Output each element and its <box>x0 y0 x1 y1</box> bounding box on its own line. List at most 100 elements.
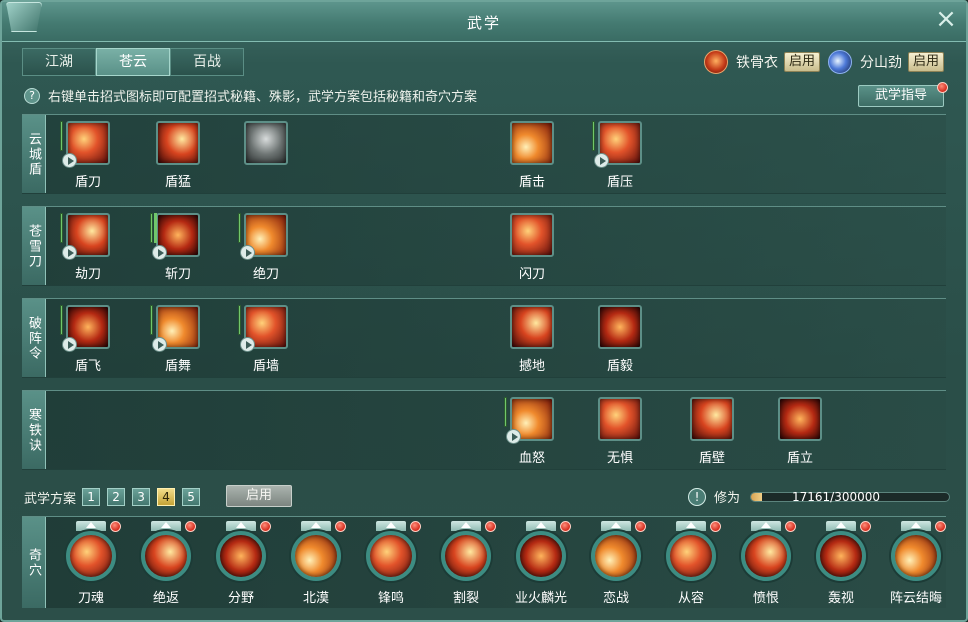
qixue-name: 从容 <box>677 591 704 606</box>
qixue-slot[interactable]: 恋战 <box>579 521 653 607</box>
wuxue-window: 武学 × 江湖 苍云 百战 铁骨衣 启用 分山劲 启用 ? 右键单击招式图标即可… <box>0 0 968 622</box>
hint-text: 右键单击招式图标即可配置招式秘籍、殊影，武学方案包括秘籍和奇穴方案 <box>48 90 478 105</box>
wuxue-guide-button[interactable]: 武学指导 <box>858 85 944 107</box>
qixue-icon[interactable] <box>366 531 416 581</box>
skill-icon[interactable] <box>690 397 734 441</box>
qixue-name: 绝返 <box>152 591 179 606</box>
scheme-1-button[interactable]: 1 <box>82 488 101 506</box>
qixue-switch-tab[interactable] <box>376 521 406 531</box>
qixue-icon[interactable] <box>666 531 716 581</box>
play-preview-icon[interactable] <box>506 429 521 444</box>
play-preview-icon[interactable] <box>152 245 167 260</box>
skill-slot[interactable]: 盾壁 <box>682 397 742 467</box>
qixue-slot[interactable]: 阵云结晦 <box>879 521 953 607</box>
skill-slot[interactable]: 盾压 <box>590 121 650 191</box>
qixue-notification-dot <box>110 521 121 532</box>
qixue-icon[interactable] <box>66 531 116 581</box>
qixue-slot[interactable]: 业火麟光 <box>504 521 578 607</box>
skill-icon[interactable] <box>510 213 554 257</box>
scheme-2-button[interactable]: 2 <box>107 488 126 506</box>
play-preview-icon[interactable] <box>62 337 77 352</box>
skill-name: 斩刀 <box>164 267 191 282</box>
close-icon[interactable]: × <box>934 6 958 32</box>
skill-icon[interactable] <box>510 121 554 165</box>
skill-name: 盾舞 <box>164 359 191 374</box>
title-bar[interactable]: 武学 × <box>2 2 966 42</box>
qixue-icon[interactable] <box>816 531 866 581</box>
scheme-4-button[interactable]: 4 <box>157 488 176 506</box>
skill-slot[interactable]: 盾击 <box>502 121 562 191</box>
level-bar <box>504 397 507 427</box>
level-bar <box>60 305 63 335</box>
qixue-switch-tab[interactable] <box>451 521 481 531</box>
qixue-icon[interactable] <box>141 531 191 581</box>
tab-jianghu[interactable]: 江湖 <box>22 48 96 76</box>
skill-icon[interactable] <box>598 397 642 441</box>
qixue-icon[interactable] <box>441 531 491 581</box>
help-icon[interactable]: ? <box>24 87 40 104</box>
qixue-switch-tab[interactable] <box>151 521 181 531</box>
qixue-slot[interactable]: 锋鸣 <box>354 521 428 607</box>
qixue-switch-tab[interactable] <box>826 521 856 531</box>
qixue-slot[interactable]: 分野 <box>204 521 278 607</box>
skill-slot[interactable]: 盾立 <box>770 397 830 467</box>
skill-slot[interactable]: 撼地 <box>502 305 562 375</box>
skill-slot[interactable]: 斩刀 <box>148 213 208 283</box>
skill-slot[interactable]: 无惧 <box>590 397 650 467</box>
skill-slot[interactable]: 盾猛 <box>148 121 208 191</box>
skill-slot[interactable]: 盾飞 <box>58 305 118 375</box>
qixue-icon[interactable] <box>591 531 641 581</box>
locked-skill-icon[interactable] <box>244 121 288 165</box>
play-preview-icon[interactable] <box>240 337 255 352</box>
qixue-icon[interactable] <box>891 531 941 581</box>
skill-slot[interactable] <box>236 121 296 191</box>
info-exclamation-icon[interactable]: ! <box>688 487 706 506</box>
skill-icon[interactable] <box>598 305 642 349</box>
tab-baizhan[interactable]: 百战 <box>170 48 244 76</box>
qixue-slot[interactable]: 绝返 <box>129 521 203 607</box>
skill-slot[interactable]: 劫刀 <box>58 213 118 283</box>
play-preview-icon[interactable] <box>594 153 609 168</box>
qixue-icon[interactable] <box>216 531 266 581</box>
scheme-3-button[interactable]: 3 <box>132 488 151 506</box>
skill-slot[interactable]: 盾墙 <box>236 305 296 375</box>
play-preview-icon[interactable] <box>240 245 255 260</box>
enable-fenshan-button[interactable]: 启用 <box>907 52 944 72</box>
qixue-slot[interactable]: 北漠 <box>279 521 353 607</box>
qixue-switch-tab[interactable] <box>76 521 106 531</box>
qixue-notification-dot <box>335 521 346 532</box>
qixue-icon[interactable] <box>291 531 341 581</box>
qixue-slot[interactable]: 刀魂 <box>54 521 128 607</box>
skill-slot[interactable]: 血怒 <box>502 397 562 467</box>
tab-cangyun[interactable]: 苍云 <box>96 48 170 76</box>
qixue-switch-tab[interactable] <box>601 521 631 531</box>
qixue-switch-tab[interactable] <box>901 521 931 531</box>
qixue-slot[interactable]: 割裂 <box>429 521 503 607</box>
enable-tiegu-button[interactable]: 启用 <box>783 52 820 72</box>
qixue-switch-tab[interactable] <box>676 521 706 531</box>
qixue-icon[interactable] <box>741 531 791 581</box>
skill-icon[interactable] <box>156 121 200 165</box>
scheme-5-button[interactable]: 5 <box>182 488 201 506</box>
qixue-slot[interactable]: 从容 <box>654 521 728 607</box>
skill-slot[interactable]: 盾舞 <box>148 305 208 375</box>
qixue-switch-tab[interactable] <box>751 521 781 531</box>
skill-slot[interactable]: 绝刀 <box>236 213 296 283</box>
skill-row-label: 苍雪刀 <box>22 207 46 285</box>
skill-icon[interactable] <box>510 305 554 349</box>
play-preview-icon[interactable] <box>62 245 77 260</box>
qixue-switch-tab[interactable] <box>526 521 556 531</box>
skill-icon[interactable] <box>778 397 822 441</box>
play-preview-icon[interactable] <box>152 337 167 352</box>
qixue-switch-tab[interactable] <box>226 521 256 531</box>
skill-slot[interactable]: 盾刀 <box>58 121 118 191</box>
qixue-switch-tab[interactable] <box>301 521 331 531</box>
qixue-slot[interactable]: 轰视 <box>804 521 878 607</box>
play-preview-icon[interactable] <box>62 153 77 168</box>
qixue-slot[interactable]: 愤恨 <box>729 521 803 607</box>
skill-slot[interactable]: 闪刀 <box>502 213 562 283</box>
qixue-icon[interactable] <box>516 531 566 581</box>
skill-name: 盾立 <box>786 451 813 466</box>
apply-scheme-button[interactable]: 启用 <box>226 485 292 507</box>
skill-slot[interactable]: 盾毅 <box>590 305 650 375</box>
